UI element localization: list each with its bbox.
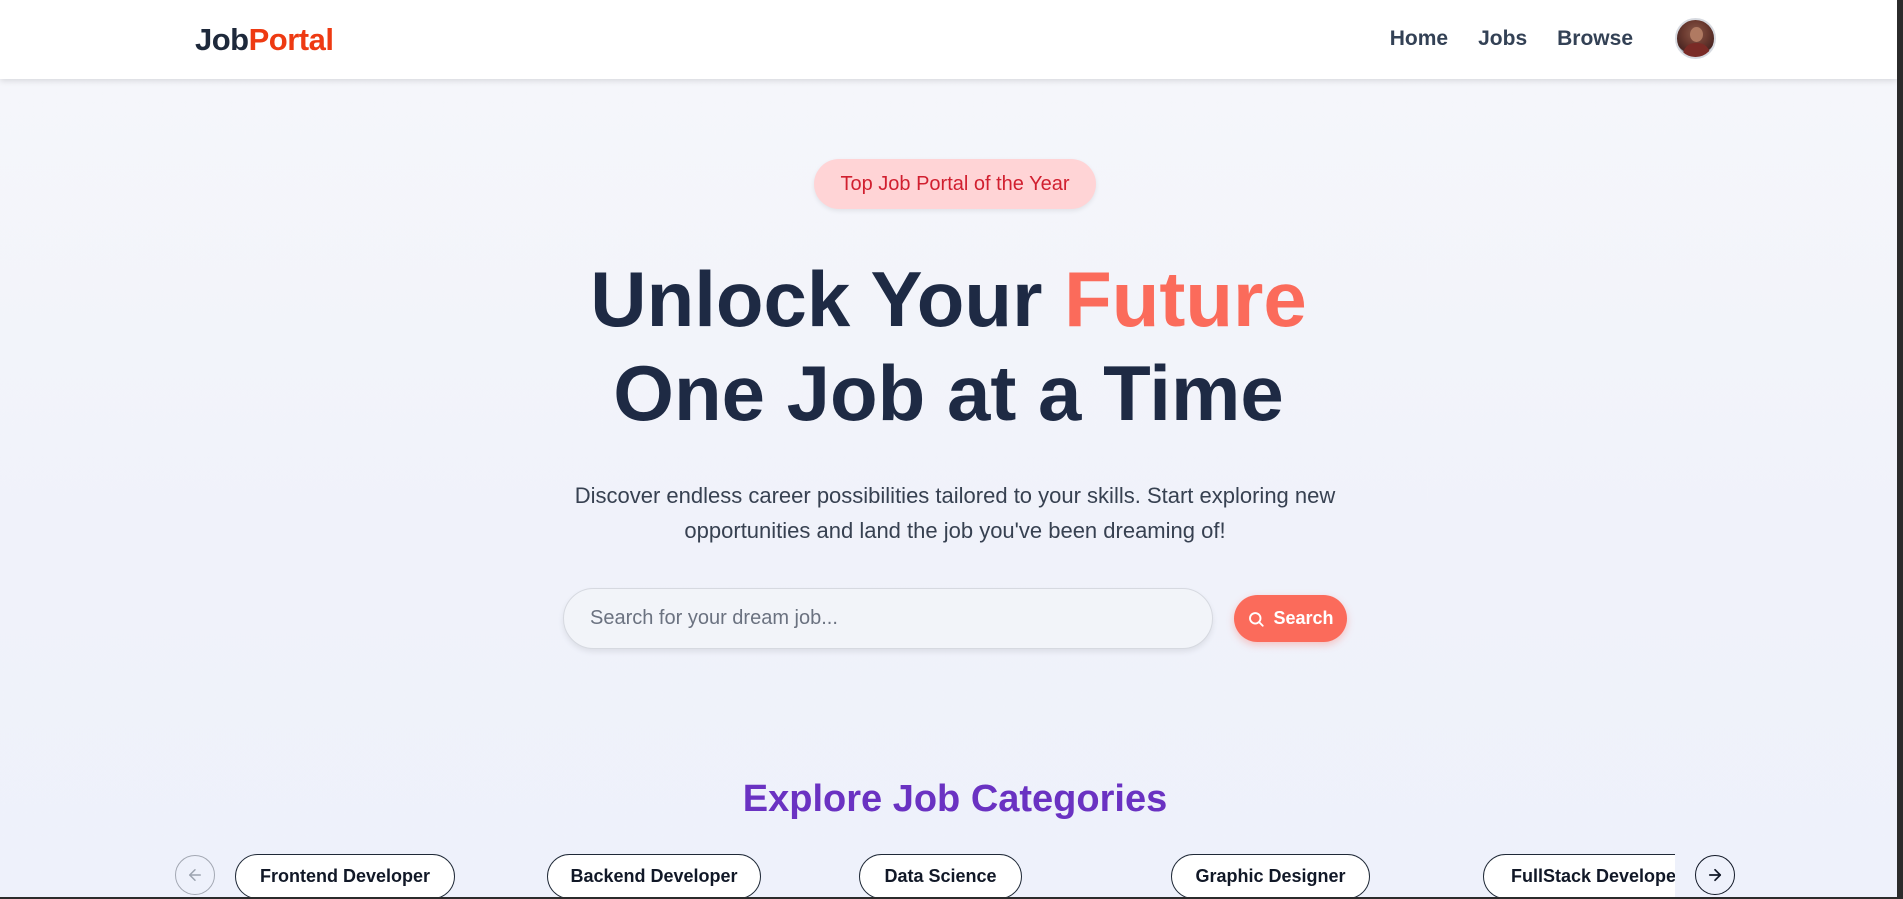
avatar-head-shape — [1690, 27, 1703, 42]
window-scrollbar[interactable] — [1897, 0, 1903, 899]
arrow-left-icon — [189, 869, 201, 881]
logo[interactable]: JobPortal — [195, 22, 334, 58]
category-pill-data-science[interactable]: Data Science — [859, 854, 1022, 899]
headline-line-2: One Job at a Time — [613, 349, 1284, 437]
avatar-body-shape — [1683, 43, 1710, 57]
category-pill-frontend-developer[interactable]: Frontend Developer — [235, 854, 455, 899]
category-pill-graphic-designer[interactable]: Graphic Designer — [1171, 854, 1370, 899]
categories-title: Explore Job Categories — [742, 778, 1168, 820]
user-avatar[interactable] — [1675, 18, 1716, 59]
arrow-right-icon — [1708, 868, 1722, 882]
logo-text-portal: Portal — [248, 22, 334, 57]
subtext-line-2: opportunities and land the job you've be… — [684, 518, 1226, 543]
subtext-line-1: Discover endless career possibilities ta… — [574, 483, 1336, 508]
nav-link-home[interactable]: Home — [1390, 27, 1448, 51]
search-icon — [1249, 611, 1265, 627]
categories-next-button[interactable] — [1695, 855, 1735, 895]
hero-subtext: Discover endless career possibilities ta… — [0, 478, 1903, 548]
logo-text-job: Job — [195, 22, 249, 57]
categories-prev-button[interactable] — [175, 855, 215, 895]
search-button-label: Search — [1273, 608, 1334, 628]
navbar: JobPortal Home Jobs Browse — [0, 0, 1897, 79]
hero-badge: Top Job Portal of the Year — [814, 159, 1096, 209]
search-input[interactable] — [563, 588, 1213, 649]
search-button[interactable]: Search — [1234, 595, 1347, 642]
categories-carousel: Frontend Developer Backend Developer Dat… — [234, 852, 1675, 899]
hero-headline: Unlock Your Future One Job at a Time — [0, 252, 1897, 440]
headline-line-1: Unlock Your Future — [0, 252, 1897, 346]
nav-link-jobs[interactable]: Jobs — [1478, 27, 1527, 51]
headline-text: Unlock Your — [590, 255, 1065, 343]
nav-link-browse[interactable]: Browse — [1557, 27, 1633, 51]
category-pill-backend-developer[interactable]: Backend Developer — [547, 854, 761, 899]
nav-links: Home Jobs Browse — [1390, 27, 1633, 51]
headline-accent-text: Future — [1064, 255, 1307, 343]
category-pill-fullstack-developer[interactable]: FullStack Developer — [1483, 854, 1675, 899]
